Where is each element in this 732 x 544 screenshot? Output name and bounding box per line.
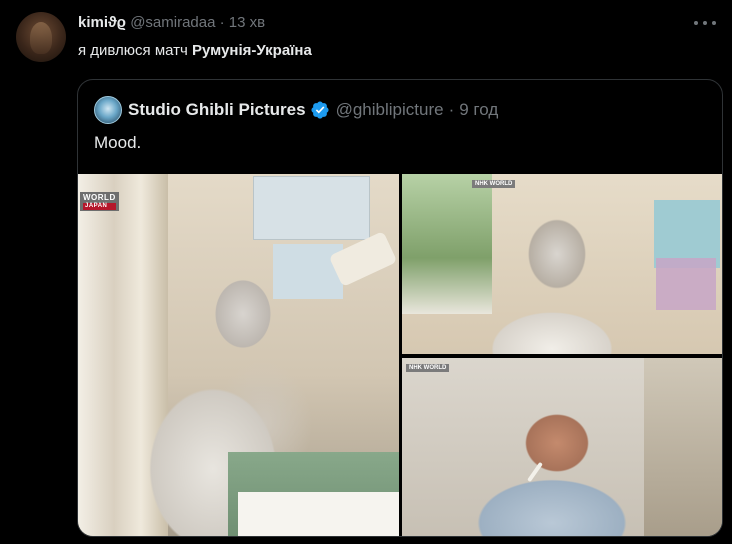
tweet-text: я дивлюся матч Румунія-Україна [78, 41, 312, 61]
quoted-tweet-header: Studio Ghibli Pictures @ghiblipicture · … [128, 99, 498, 121]
tweet[interactable]: kimiϑϱ @samiradaa · 13 хв я дивлюся матч… [0, 0, 732, 544]
wall-poster [253, 176, 370, 240]
channel-logo-small: NHK WORLD [472, 180, 516, 188]
media-image-2[interactable]: NHK WORLD [402, 174, 722, 354]
quoted-tweet[interactable]: Studio Ghibli Pictures @ghiblipicture · … [77, 79, 723, 537]
quoted-tweet-time[interactable]: 9 год [459, 99, 498, 121]
channel-logo: WORLD JAPAN [80, 192, 119, 211]
person-figure [462, 189, 652, 354]
quoted-header-separator: · [448, 100, 455, 119]
tweet-text-bold: Румунія-Україна [192, 42, 312, 59]
verified-badge-icon [311, 101, 329, 119]
channel-logo-bottom: JAPAN [83, 203, 116, 210]
author-handle[interactable]: @samiradaa [130, 14, 215, 31]
author-name[interactable]: kimiϑϱ [78, 14, 126, 31]
quoted-author-handle[interactable]: @ghiblipicture [336, 99, 444, 121]
channel-logo-small: NHK WORLD [406, 364, 450, 372]
wall-poster [656, 258, 716, 310]
media-image-1[interactable]: WORLD JAPAN [78, 174, 399, 536]
quoted-author-avatar[interactable] [94, 96, 122, 124]
tweet-text-plain: я дивлюся матч [78, 42, 193, 59]
quoted-author-name[interactable]: Studio Ghibli Pictures [128, 99, 306, 121]
paper [238, 492, 399, 536]
channel-logo-top: WORLD [83, 193, 116, 202]
quoted-tweet-text: Mood. [94, 133, 142, 152]
tweet-header: kimiϑϱ @samiradaa · 13 хв [78, 13, 265, 33]
tweet-time[interactable]: 13 хв [229, 14, 265, 31]
author-avatar[interactable] [16, 12, 66, 62]
media-grid: WORLD JAPAN NHK WORLD NHK WORLD [78, 174, 722, 536]
more-icon[interactable] [694, 14, 716, 32]
media-image-3[interactable]: NHK WORLD [402, 358, 722, 536]
person-figure [432, 358, 672, 536]
header-separator: · [219, 14, 225, 31]
